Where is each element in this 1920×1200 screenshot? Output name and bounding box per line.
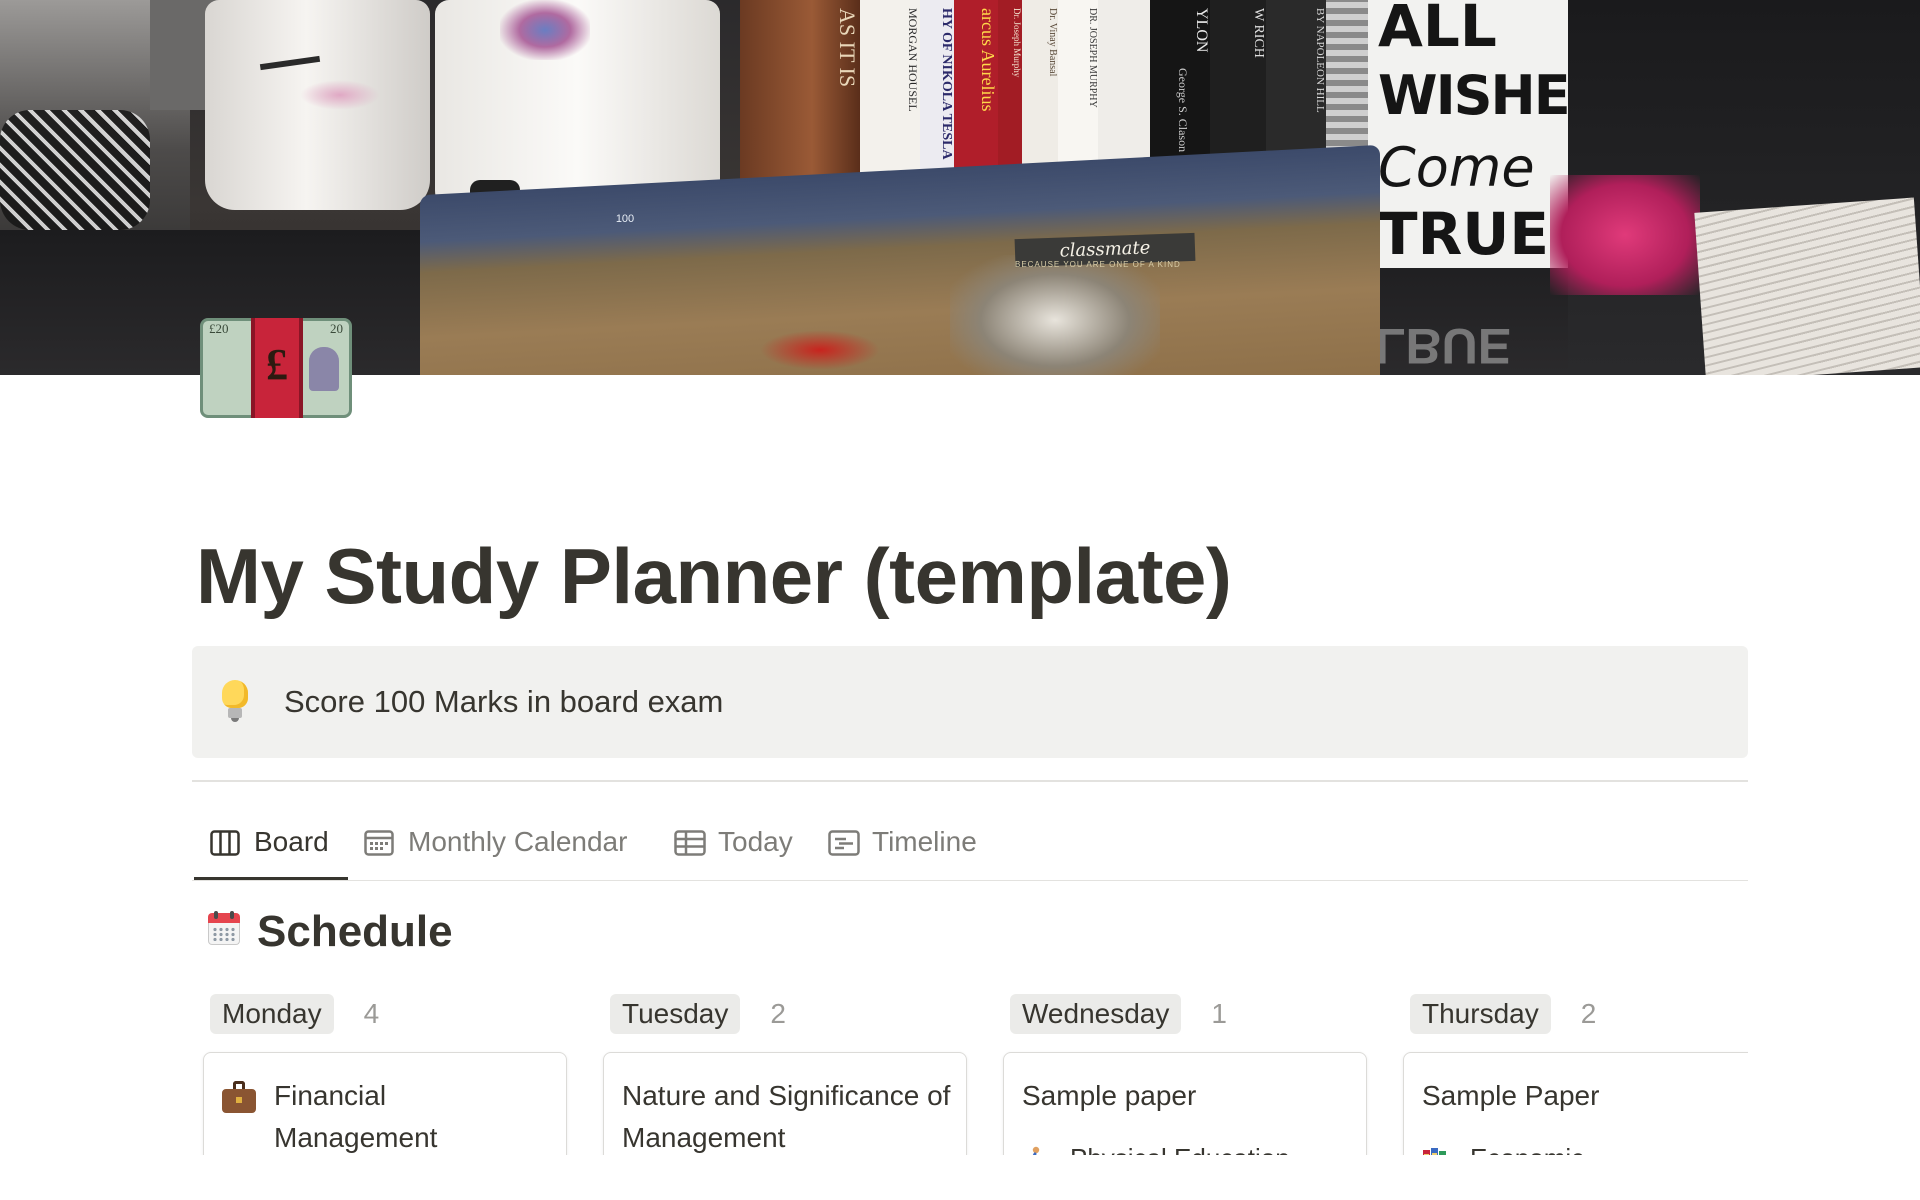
page-viewport: AS IT IS MORGAN HOUSEL HY OF NIKOLA TESL… (0, 0, 1920, 1155)
column-name: Tuesday (610, 994, 741, 1034)
card-title[interactable]: Nature and Significance of Management (622, 1075, 952, 1155)
card-property[interactable]: Physical Education (1022, 1143, 1290, 1155)
column-count: 2 (1580, 998, 1597, 1029)
card-title[interactable]: Sample paper (1022, 1075, 1352, 1117)
board-column-header[interactable]: Tuesday 2 (610, 994, 786, 1034)
card-title[interactable]: Financial Management (274, 1075, 554, 1155)
board-columns: Monday 4 Financial Management Tuesday 2 … (0, 0, 1920, 1155)
books-icon (1422, 1146, 1448, 1155)
board-card[interactable]: Sample Paper Economic (1403, 1052, 1767, 1155)
card-property[interactable]: Economic (1422, 1143, 1584, 1155)
column-name: Monday (210, 994, 334, 1034)
card-title[interactable]: Sample Paper (1422, 1075, 1752, 1117)
board-column-header[interactable]: Wednesday 1 (1010, 994, 1227, 1034)
board-card[interactable]: Nature and Significance of Management (603, 1052, 967, 1155)
card-property-value: Physical Education (1070, 1143, 1290, 1155)
column-count: 1 (1211, 998, 1227, 1029)
briefcase-icon (222, 1081, 256, 1113)
board-card[interactable]: Sample paper Physical Education (1003, 1052, 1367, 1155)
card-property-value: Economic (1470, 1143, 1584, 1155)
column-name: Wednesday (1010, 994, 1182, 1034)
person-running-icon (1022, 1146, 1048, 1155)
board-card[interactable]: Financial Management (203, 1052, 567, 1155)
board-column-header[interactable]: Thursday 2 (1410, 994, 1596, 1034)
column-count: 2 (770, 998, 786, 1029)
column-count: 4 (363, 998, 380, 1029)
board-column-header[interactable]: Monday 4 (210, 994, 379, 1034)
column-name: Thursday (1410, 994, 1551, 1034)
viewport-bottom (0, 1155, 1920, 1200)
